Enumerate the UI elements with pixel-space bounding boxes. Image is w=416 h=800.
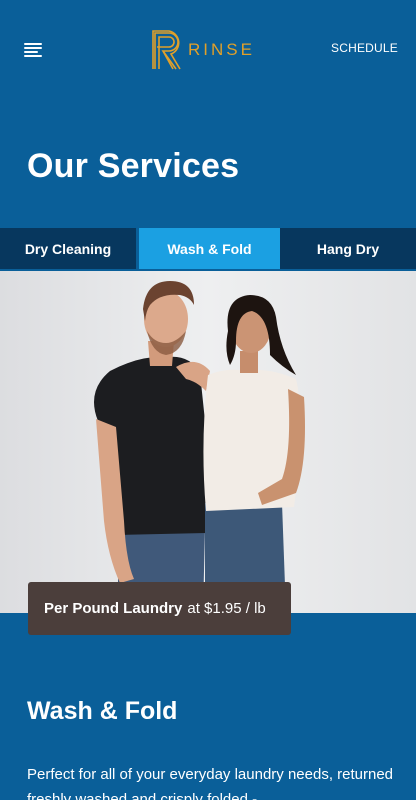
- services-page: RINSE SCHEDULE Our Services Dry Cleaning…: [0, 0, 416, 800]
- price-badge: Per Pound Laundry at $1.95 / lb: [28, 582, 291, 635]
- tab-wash-and-fold[interactable]: Wash & Fold: [139, 228, 280, 269]
- service-tabs: Dry Cleaning Wash & Fold Hang Dry: [0, 228, 416, 269]
- logo[interactable]: RINSE: [152, 30, 255, 70]
- rinse-logo-icon: [152, 30, 181, 70]
- price-badge-price: at $1.95 / lb: [187, 600, 266, 617]
- hero-image: [0, 271, 416, 613]
- section-description: Perfect for all of your everyday laundry…: [27, 766, 394, 800]
- logo-text: RINSE: [188, 40, 255, 59]
- section-title: Wash & Fold: [27, 697, 178, 725]
- schedule-link[interactable]: SCHEDULE: [331, 41, 398, 55]
- tab-hang-dry[interactable]: Hang Dry: [280, 228, 416, 269]
- hamburger-menu-icon[interactable]: [24, 43, 42, 57]
- price-badge-title: Per Pound Laundry: [44, 600, 183, 617]
- page-title: Our Services: [27, 147, 240, 185]
- couple-photo: [0, 271, 416, 613]
- tab-dry-cleaning[interactable]: Dry Cleaning: [0, 228, 136, 269]
- header: RINSE SCHEDULE: [0, 0, 416, 100]
